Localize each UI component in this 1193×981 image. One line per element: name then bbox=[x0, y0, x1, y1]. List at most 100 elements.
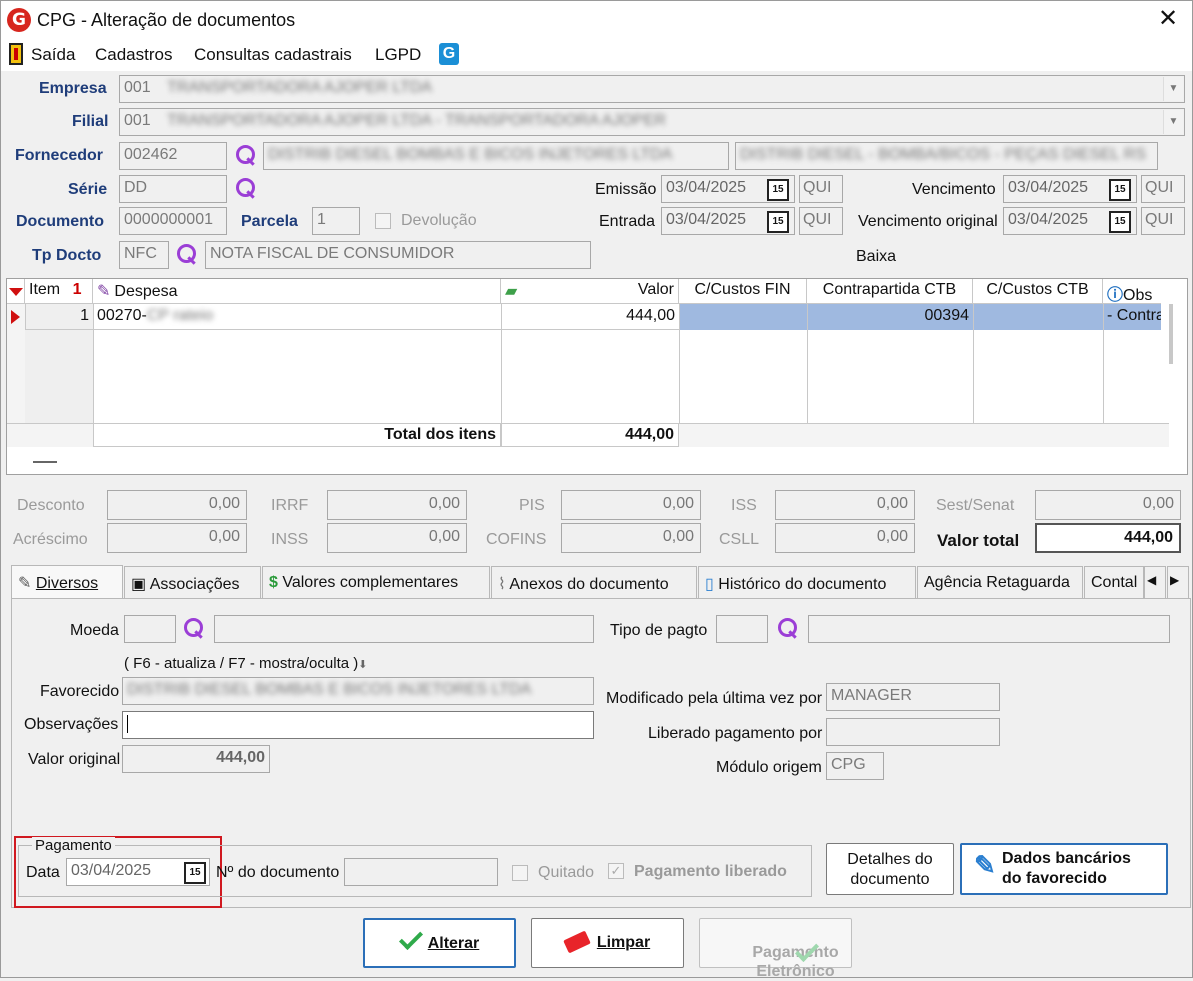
dados-bancarios-button[interactable]: ✎ Dados bancários do favorecido bbox=[960, 843, 1168, 895]
col-header-valor[interactable]: ▰ Valor bbox=[501, 279, 679, 304]
calendar-icon[interactable]: 15 bbox=[1109, 179, 1131, 201]
acrescimo-field: 0,00 bbox=[107, 523, 247, 553]
tab-strip: ✎ Diversos ▣ Associações $ Valores compl… bbox=[11, 565, 1191, 599]
serie-field[interactable]: DD bbox=[119, 175, 227, 203]
modulo-origem-label: Módulo origem bbox=[716, 759, 822, 776]
tpdocto-code-field[interactable]: NFC bbox=[119, 241, 169, 269]
vertical-scrollbar[interactable] bbox=[1169, 304, 1173, 364]
calendar-icon[interactable]: 15 bbox=[1109, 211, 1131, 233]
documento-field[interactable]: 0000000001 bbox=[119, 207, 227, 235]
col-header-ccctb[interactable]: C/Custos CTB bbox=[973, 279, 1103, 304]
calendar-icon[interactable]: 15 bbox=[767, 179, 789, 201]
tab-contal[interactable]: Contal bbox=[1084, 566, 1144, 598]
paperclip-icon: ⌇ bbox=[498, 576, 506, 593]
document-icon: ▯ bbox=[705, 576, 714, 593]
serie-search-icon[interactable] bbox=[234, 177, 258, 201]
ndoc-field[interactable] bbox=[344, 858, 498, 886]
alterar-button[interactable]: Alterar bbox=[363, 918, 516, 968]
quitado-label: Quitado bbox=[538, 864, 595, 881]
dollar-icon: $ bbox=[269, 574, 278, 591]
calendar-icon[interactable]: 15 bbox=[184, 862, 206, 884]
valor-original-field: 444,00 bbox=[122, 745, 270, 773]
fornecedor-fantasia-field: DISTRIB DIESEL - BOMBA/BICOS - PEÇAS DIE… bbox=[735, 142, 1158, 170]
exit-door-icon[interactable] bbox=[9, 43, 23, 65]
cell-obs[interactable]: - Contra bbox=[1103, 304, 1161, 330]
total-label: Total dos itens bbox=[93, 423, 501, 447]
pagamento-liberado-checkbox[interactable]: ✓ bbox=[608, 863, 624, 879]
tab-agencia-retaguarda[interactable]: Agência Retaguarda bbox=[917, 566, 1083, 598]
chevron-down-icon[interactable]: ▼ bbox=[1163, 77, 1183, 101]
tipo-pagto-desc-field bbox=[808, 615, 1170, 643]
favorecido-field: DISTRIB DIESEL BOMBAS E BICOS INJETORES … bbox=[122, 677, 594, 705]
col-header-ccfin[interactable]: C/Custos FIN bbox=[679, 279, 807, 304]
tipo-pagto-label: Tipo de pagto bbox=[610, 622, 708, 639]
tab-anexos[interactable]: ⌇ Anexos do documento bbox=[491, 566, 697, 598]
app-logo-icon: G bbox=[7, 8, 31, 32]
fornecedor-search-icon[interactable] bbox=[234, 144, 258, 168]
chevron-down-icon[interactable]: ▼ bbox=[1163, 110, 1183, 134]
entrada-label: Entrada bbox=[599, 213, 656, 230]
cell-ccfin[interactable] bbox=[679, 304, 807, 330]
splitter-handle[interactable] bbox=[33, 461, 57, 463]
tab-historico[interactable]: ▯ Histórico do documento bbox=[698, 566, 916, 598]
menu-cadastros[interactable]: Cadastros bbox=[95, 45, 172, 65]
cell-contrapartida[interactable]: 00394 bbox=[807, 304, 973, 330]
col-header-item[interactable]: Item 1 bbox=[25, 279, 93, 304]
cell-ccctb[interactable] bbox=[973, 304, 1103, 330]
limpar-button[interactable]: Limpar bbox=[531, 918, 684, 968]
moeda-desc-field bbox=[214, 615, 594, 643]
sort-priority-icon: 1 bbox=[72, 281, 82, 298]
parcela-field[interactable]: 1 bbox=[312, 207, 360, 235]
empresa-combo[interactable]: 001 TRANSPORTADORA AJOPER LTDA ▼ bbox=[119, 75, 1185, 103]
g-logo-icon[interactable]: G bbox=[439, 43, 459, 65]
menu-consultas-cadastrais[interactable]: Consultas cadastrais bbox=[194, 45, 352, 65]
cell-despesa[interactable]: 00270-CP rateio bbox=[93, 304, 501, 330]
shortcut-hint: ( F6 - atualiza / F7 - mostra/oculta )⬇ bbox=[124, 655, 368, 672]
ndoc-label: Nº do documento bbox=[216, 864, 340, 881]
grid-corner bbox=[7, 279, 25, 304]
observacoes-input[interactable] bbox=[122, 711, 594, 739]
documento-label: Documento bbox=[16, 213, 104, 230]
tab-associacoes[interactable]: ▣ Associações bbox=[124, 566, 261, 598]
tipo-pagto-code-field[interactable] bbox=[716, 615, 768, 643]
col-header-despesa[interactable]: ✎ Despesa bbox=[93, 279, 501, 304]
devolucao-checkbox[interactable] bbox=[375, 213, 391, 229]
pagamento-eletronico-button[interactable]: Pagamento Eletrônico bbox=[699, 918, 852, 980]
tpdocto-search-icon[interactable] bbox=[175, 243, 199, 267]
col-header-obs[interactable]: ⓘObs bbox=[1103, 279, 1161, 304]
vencimento-weekday: QUI bbox=[1141, 175, 1185, 203]
tab-valores-complementares[interactable]: $ Valores complementares bbox=[262, 566, 490, 598]
close-icon[interactable]: ✕ bbox=[1153, 4, 1183, 34]
checkmark-icon bbox=[398, 925, 423, 951]
quitado-checkbox[interactable] bbox=[512, 865, 528, 881]
cell-item[interactable]: 1 bbox=[25, 304, 93, 330]
detalhes-documento-button[interactable]: Detalhes do documento bbox=[826, 843, 954, 895]
modificado-field: MANAGER bbox=[826, 683, 1000, 711]
col-header-contrapartida[interactable]: Contrapartida CTB bbox=[807, 279, 973, 304]
liberado-label: Liberado pagamento por bbox=[648, 725, 823, 742]
calendar-icon[interactable]: 15 bbox=[767, 211, 789, 233]
eraser-icon bbox=[562, 930, 591, 954]
moeda-search-icon[interactable] bbox=[182, 617, 206, 641]
total-row-header bbox=[7, 423, 93, 447]
tpdocto-desc-field: NOTA FISCAL DE CONSUMIDOR bbox=[205, 241, 591, 269]
menu-lgpd[interactable]: LGPD bbox=[375, 45, 421, 65]
iss-label: ISS bbox=[731, 497, 757, 514]
tab-scroll-left-icon[interactable]: ◀ bbox=[1144, 566, 1166, 598]
cell-valor[interactable]: 444,00 bbox=[501, 304, 679, 330]
acrescimo-label: Acréscimo bbox=[13, 531, 88, 548]
menu-saida[interactable]: Saída bbox=[31, 45, 75, 65]
inss-field: 0,00 bbox=[327, 523, 467, 553]
modificado-label: Modificado pela última vez por bbox=[606, 690, 823, 707]
tab-scroll-right-icon[interactable]: ▶ bbox=[1167, 566, 1189, 598]
tipo-pagto-search-icon[interactable] bbox=[776, 617, 800, 641]
cofins-field: 0,00 bbox=[561, 523, 701, 553]
filial-combo[interactable]: 001 TRANSPORTADORA AJOPER LTDA - TRANSPO… bbox=[119, 108, 1185, 136]
fornecedor-code-field[interactable]: 002462 bbox=[119, 142, 227, 170]
items-grid[interactable]: Item 1 ✎ Despesa ▰ Valor C/Custos FIN Cont… bbox=[6, 278, 1188, 475]
vencimento-original-weekday: QUI bbox=[1141, 207, 1185, 235]
sest-senat-field: 0,00 bbox=[1035, 490, 1181, 520]
row-indicator bbox=[7, 304, 25, 330]
moeda-code-field[interactable] bbox=[124, 615, 176, 643]
tab-diversos[interactable]: ✎ Diversos bbox=[11, 565, 123, 599]
